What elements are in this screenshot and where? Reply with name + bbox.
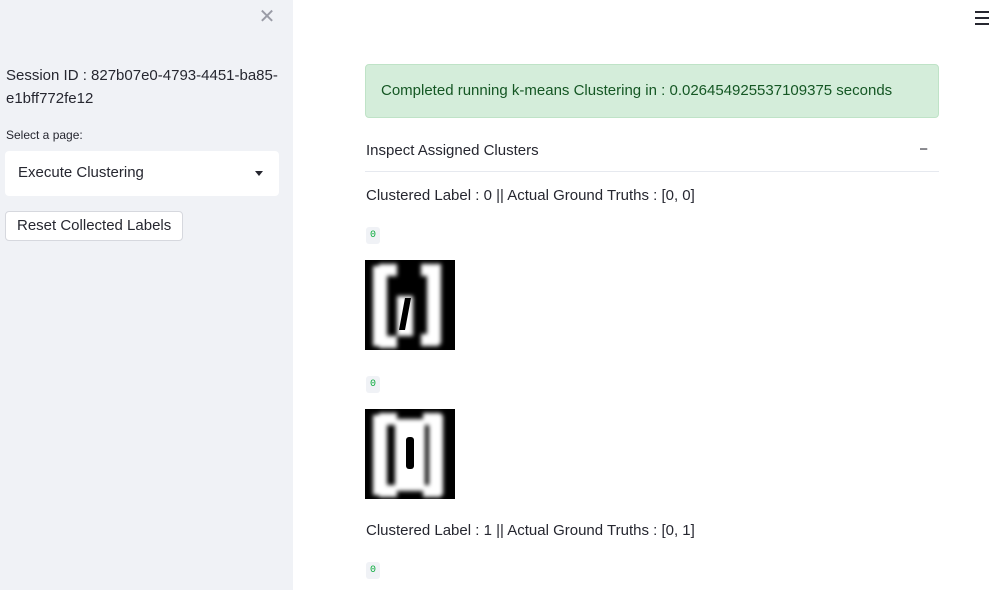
collapse-icon[interactable]: − bbox=[919, 141, 928, 158]
session-id-text: Session ID : 827b07e0-4793-4451-ba85-e1b… bbox=[6, 67, 278, 107]
close-icon[interactable]: ✕ bbox=[258, 7, 276, 27]
success-alert: Completed running k-means Clustering in … bbox=[365, 64, 939, 118]
hamburger-menu-icon[interactable] bbox=[975, 11, 989, 25]
digit-zero-image bbox=[365, 409, 455, 499]
cluster-item-badge: 0 bbox=[366, 562, 381, 579]
inspect-clusters-expander[interactable]: Inspect Assigned Clusters − bbox=[365, 137, 939, 172]
cluster-item-badge: 0 bbox=[366, 227, 381, 244]
page-select-label: Select a page: bbox=[6, 128, 83, 142]
caret-down-icon bbox=[255, 171, 263, 176]
page-select-value: Execute Clustering bbox=[18, 164, 144, 181]
cluster-item-badge: 0 bbox=[366, 376, 381, 393]
reset-collected-labels-button[interactable]: Reset Collected Labels bbox=[5, 211, 184, 241]
app-root: ✕ Session ID : 827b07e0-4793-4451-ba85-e… bbox=[0, 0, 999, 590]
page-select[interactable]: Execute Clustering bbox=[5, 151, 279, 196]
expander-title: Inspect Assigned Clusters bbox=[366, 142, 539, 159]
cluster-heading: Clustered Label : 0 || Actual Ground Tru… bbox=[366, 187, 695, 204]
sidebar: ✕ Session ID : 827b07e0-4793-4451-ba85-e… bbox=[0, 0, 293, 590]
digit-zero-image bbox=[365, 260, 455, 350]
cluster-heading: Clustered Label : 1 || Actual Ground Tru… bbox=[366, 522, 695, 539]
